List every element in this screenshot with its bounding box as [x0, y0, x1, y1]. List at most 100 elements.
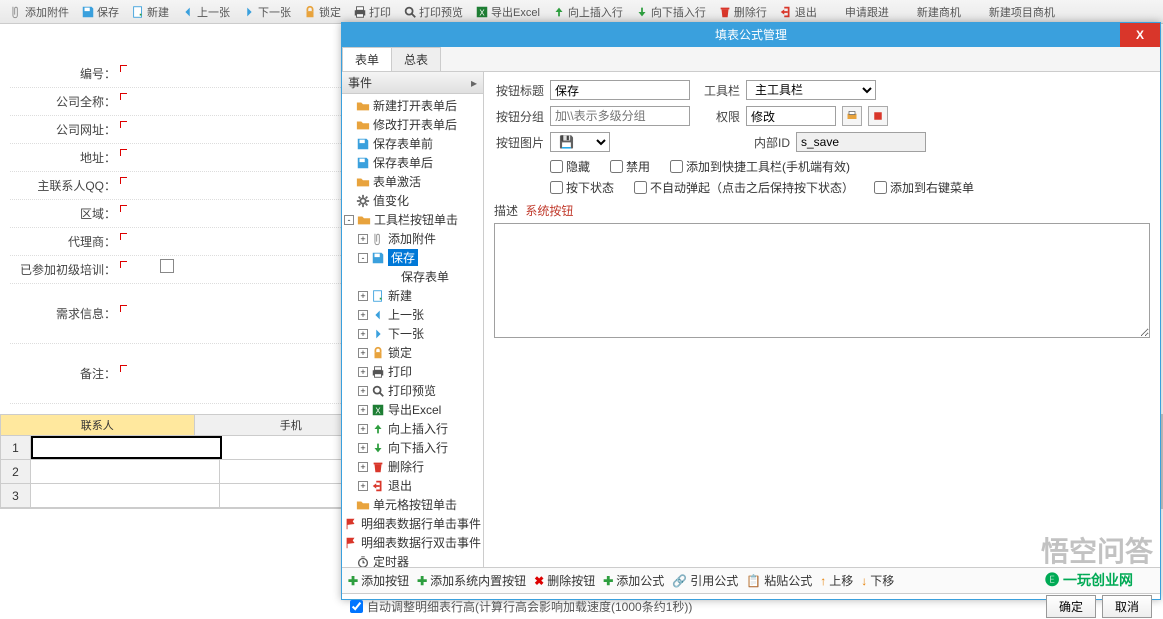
action-添加系统内置按钮[interactable]: ✚添加系统内置按钮	[417, 572, 526, 589]
check-禁用[interactable]: 禁用	[610, 158, 650, 175]
tree-item[interactable]: 保存表单	[344, 267, 481, 286]
tree-collapse-icon[interactable]: ▸	[471, 76, 477, 90]
check-按下状态[interactable]: 按下状态	[550, 179, 614, 196]
cancel-button[interactable]: 取消	[1102, 595, 1152, 618]
toolbar-exit[interactable]: 退出	[774, 2, 822, 22]
tree-item[interactable]: 值变化	[344, 191, 481, 210]
input-btn-group[interactable]	[550, 106, 690, 126]
tree-item[interactable]: +上一张	[344, 305, 481, 324]
grid-cell[interactable]	[31, 436, 222, 459]
toolbar-next[interactable]: 下一张	[237, 2, 296, 22]
tab-1[interactable]: 总表	[391, 47, 441, 71]
expand-icon[interactable]: -	[358, 253, 368, 263]
toolbar-insdown[interactable]: 向下插入行	[630, 2, 711, 22]
tree-header: 事件 ▸	[342, 72, 483, 94]
close-button[interactable]: X	[1120, 23, 1160, 47]
grid-cell[interactable]	[31, 460, 220, 483]
tree-item[interactable]: 表单激活	[344, 172, 481, 191]
action-粘贴公式[interactable]: 📋粘贴公式	[746, 572, 812, 589]
action-删除按钮[interactable]: ✖删除按钮	[534, 572, 595, 589]
desc-textarea[interactable]	[494, 223, 1150, 338]
toolbar-excel[interactable]: X导出Excel	[470, 2, 545, 22]
select-btn-img[interactable]: 💾	[550, 132, 610, 152]
tree-item[interactable]: +锁定	[344, 343, 481, 362]
toolbar-delrow[interactable]: 删除行	[713, 2, 772, 22]
toolbar-item-14[interactable]: 新建商机	[896, 2, 966, 22]
desc-value: 系统按钮	[525, 204, 573, 218]
tree-item[interactable]: -保存	[344, 248, 481, 267]
toolbar-save[interactable]: 保存	[76, 2, 124, 22]
expand-icon[interactable]: +	[358, 424, 368, 434]
check-隐藏[interactable]: 隐藏	[550, 158, 590, 175]
checkbox[interactable]	[160, 259, 174, 273]
tree-item[interactable]: 保存表单前	[344, 134, 481, 153]
toolbar-insup[interactable]: 向上插入行	[547, 2, 628, 22]
check-不自动弹起（点击之后保持按下状态）[interactable]: 不自动弹起（点击之后保持按下状态）	[634, 179, 854, 196]
tree-item[interactable]: -工具栏按钮单击	[344, 210, 481, 229]
expand-icon[interactable]: +	[358, 462, 368, 472]
form-label: 公司网址：	[10, 121, 120, 138]
tree-item[interactable]: 保存表单后	[344, 153, 481, 172]
tree-item[interactable]: 明细表数据行单击事件	[344, 514, 481, 533]
tree-item[interactable]: +向上插入行	[344, 419, 481, 438]
expand-icon[interactable]: +	[358, 367, 368, 377]
input-btn-title[interactable]	[550, 80, 690, 100]
toolbar-new[interactable]: 新建	[126, 2, 174, 22]
tree-item[interactable]: 单元格按钮单击	[344, 495, 481, 514]
folder-icon	[356, 175, 370, 189]
check-添加到快捷工具栏(手机端有效)[interactable]: 添加到快捷工具栏(手机端有效)	[670, 158, 850, 175]
expand-icon[interactable]: +	[358, 443, 368, 453]
expand-icon[interactable]: +	[358, 234, 368, 244]
expand-icon[interactable]: +	[358, 405, 368, 415]
perm-clear-icon[interactable]	[868, 106, 888, 126]
perm-print-icon[interactable]	[842, 106, 862, 126]
grid-col-0[interactable]: 联系人	[1, 415, 195, 435]
tree-item[interactable]: +向下插入行	[344, 438, 481, 457]
tree-item[interactable]: +下一张	[344, 324, 481, 343]
form-label: 需求信息：	[10, 305, 120, 322]
action-添加公式[interactable]: ✚添加公式	[603, 572, 664, 589]
ok-button[interactable]: 确定	[1046, 595, 1096, 618]
tree-item[interactable]: +退出	[344, 476, 481, 495]
tab-0[interactable]: 表单	[342, 47, 392, 71]
tree-item[interactable]: 修改打开表单后	[344, 115, 481, 134]
expand-icon[interactable]: +	[358, 291, 368, 301]
expand-icon[interactable]: +	[358, 310, 368, 320]
toolbar-item-15[interactable]: 新建项目商机	[968, 2, 1060, 22]
action-下移[interactable]: ↓下移	[861, 572, 894, 589]
svg-text:X: X	[375, 406, 381, 415]
select-toolbar[interactable]: 主工具栏	[746, 80, 876, 100]
tree-item[interactable]: 新建打开表单后	[344, 96, 481, 115]
expand-icon[interactable]: +	[358, 329, 368, 339]
delrow-icon	[371, 460, 385, 474]
tree-item[interactable]: 明细表数据行双击事件	[344, 533, 481, 552]
tree-item[interactable]: 定时器	[344, 552, 481, 567]
tree-item[interactable]: +X导出Excel	[344, 400, 481, 419]
action-引用公式[interactable]: 🔗引用公式	[672, 572, 738, 589]
expand-icon[interactable]: +	[358, 348, 368, 358]
toolbar-attach[interactable]: 添加附件	[4, 2, 74, 22]
auto-height-check[interactable]: 自动调整明细表行高(计算行高会影响加载速度(1000条约1秒))	[350, 598, 692, 615]
action-上移[interactable]: ↑上移	[820, 572, 853, 589]
next-icon	[371, 327, 385, 341]
expand-icon[interactable]: +	[358, 386, 368, 396]
tree-item[interactable]: +添加附件	[344, 229, 481, 248]
expand-icon[interactable]: -	[344, 215, 354, 225]
toolbar-print[interactable]: 打印	[348, 2, 396, 22]
form-label: 编号：	[10, 65, 120, 82]
grid-cell[interactable]	[31, 484, 220, 507]
tree-item[interactable]: +打印	[344, 362, 481, 381]
toolbar-item-13[interactable]: 申请跟进	[824, 2, 894, 22]
tree-item[interactable]: +删除行	[344, 457, 481, 476]
form-label: 主联系人QQ：	[10, 177, 120, 194]
input-perm[interactable]	[746, 106, 836, 126]
toolbar-lock[interactable]: 锁定	[298, 2, 346, 22]
toolbar-prev[interactable]: 上一张	[176, 2, 235, 22]
tree-item[interactable]: +打印预览	[344, 381, 481, 400]
insdown-icon	[371, 441, 385, 455]
action-添加按钮[interactable]: ✚添加按钮	[348, 572, 409, 589]
check-添加到右键菜单[interactable]: 添加到右键菜单	[874, 179, 974, 196]
expand-icon[interactable]: +	[358, 481, 368, 491]
toolbar-preview[interactable]: 打印预览	[398, 2, 468, 22]
tree-item[interactable]: +新建	[344, 286, 481, 305]
